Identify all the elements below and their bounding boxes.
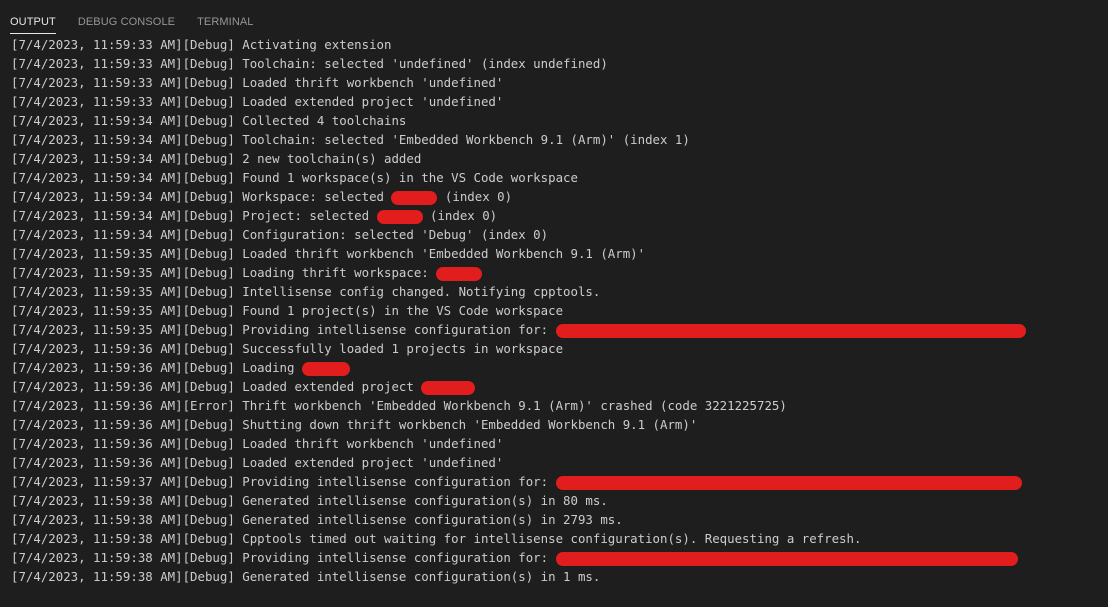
- log-line-text: [7/4/2023, 11:59:34 AM][Debug] Found 1 w…: [11, 170, 578, 185]
- redaction-mark: [301, 361, 350, 376]
- log-line: [7/4/2023, 11:59:38 AM][Debug] Generated…: [11, 567, 1104, 586]
- redaction-mark: [555, 475, 1022, 490]
- log-line-text: [7/4/2023, 11:59:33 AM][Debug] Toolchain…: [11, 56, 608, 71]
- log-line-text: [7/4/2023, 11:59:33 AM][Debug] Loaded ex…: [11, 94, 504, 109]
- panel-tab-bar: OUTPUT DEBUG CONSOLE TERMINAL: [0, 0, 1108, 34]
- redaction-mark: [555, 551, 1018, 566]
- log-line: [7/4/2023, 11:59:34 AM][Debug] Project: …: [11, 206, 1104, 225]
- log-line: [7/4/2023, 11:59:36 AM][Debug] Loaded th…: [11, 434, 1104, 453]
- redaction-mark: [555, 323, 1026, 338]
- log-line: [7/4/2023, 11:59:35 AM][Debug] Loading t…: [11, 263, 1104, 282]
- log-line-text: [7/4/2023, 11:59:38 AM][Debug] Providing…: [11, 550, 549, 565]
- log-line: [7/4/2023, 11:59:38 AM][Debug] Generated…: [11, 491, 1104, 510]
- log-line: [7/4/2023, 11:59:35 AM][Debug] Found 1 p…: [11, 301, 1104, 320]
- log-line-text: [7/4/2023, 11:59:35 AM][Debug] Loaded th…: [11, 246, 646, 261]
- log-line: [7/4/2023, 11:59:35 AM][Debug] Loaded th…: [11, 244, 1104, 263]
- log-line-text: [7/4/2023, 11:59:36 AM][Error] Thrift wo…: [11, 398, 787, 413]
- log-line-text: [7/4/2023, 11:59:36 AM][Debug] Loading: [11, 360, 295, 375]
- log-line-text: [7/4/2023, 11:59:34 AM][Debug] Configura…: [11, 227, 549, 242]
- log-line: [7/4/2023, 11:59:36 AM][Debug] Loaded ex…: [11, 453, 1104, 472]
- redaction-mark: [436, 266, 483, 281]
- log-line-text: [7/4/2023, 11:59:34 AM][Debug] Project: …: [11, 208, 370, 223]
- log-line-text: [7/4/2023, 11:59:38 AM][Debug] Generated…: [11, 569, 601, 584]
- tab-terminal[interactable]: TERMINAL: [197, 16, 253, 34]
- log-line: [7/4/2023, 11:59:34 AM][Debug] Workspace…: [11, 187, 1104, 206]
- log-line-text: [7/4/2023, 11:59:33 AM][Debug] Activatin…: [11, 37, 392, 52]
- log-line: [7/4/2023, 11:59:33 AM][Debug] Loaded ex…: [11, 92, 1104, 111]
- log-line: [7/4/2023, 11:59:36 AM][Debug] Successfu…: [11, 339, 1104, 358]
- log-line-text: [7/4/2023, 11:59:34 AM][Debug] Toolchain…: [11, 132, 690, 147]
- log-line-text: [7/4/2023, 11:59:35 AM][Debug] Loading t…: [11, 265, 429, 280]
- log-line: [7/4/2023, 11:59:34 AM][Debug] 2 new too…: [11, 149, 1104, 168]
- log-line-text: [7/4/2023, 11:59:36 AM][Debug] Loaded th…: [11, 436, 504, 451]
- log-line-text: [7/4/2023, 11:59:36 AM][Debug] Loaded ex…: [11, 455, 504, 470]
- log-line: [7/4/2023, 11:59:33 AM][Debug] Loaded th…: [11, 73, 1104, 92]
- log-line: [7/4/2023, 11:59:36 AM][Debug] Loaded ex…: [11, 377, 1104, 396]
- log-line-text: [7/4/2023, 11:59:36 AM][Debug] Loaded ex…: [11, 379, 414, 394]
- log-line-text: [7/4/2023, 11:59:37 AM][Debug] Providing…: [11, 474, 549, 489]
- log-line-tail: (index 0): [437, 189, 513, 204]
- log-line-text: [7/4/2023, 11:59:38 AM][Debug] Generated…: [11, 512, 623, 527]
- log-line: [7/4/2023, 11:59:37 AM][Debug] Providing…: [11, 472, 1104, 491]
- log-line: [7/4/2023, 11:59:36 AM][Debug] Loading: [11, 358, 1104, 377]
- log-line: [7/4/2023, 11:59:38 AM][Debug] Cpptools …: [11, 529, 1104, 548]
- log-line: [7/4/2023, 11:59:34 AM][Debug] Found 1 w…: [11, 168, 1104, 187]
- log-line: [7/4/2023, 11:59:36 AM][Debug] Shutting …: [11, 415, 1104, 434]
- output-log[interactable]: [7/4/2023, 11:59:33 AM][Debug] Activatin…: [11, 35, 1104, 586]
- log-line-text: [7/4/2023, 11:59:35 AM][Debug] Intellise…: [11, 284, 601, 299]
- log-line-text: [7/4/2023, 11:59:33 AM][Debug] Loaded th…: [11, 75, 504, 90]
- log-line-text: [7/4/2023, 11:59:38 AM][Debug] Cpptools …: [11, 531, 862, 546]
- log-line: [7/4/2023, 11:59:34 AM][Debug] Toolchain…: [11, 130, 1104, 149]
- log-line: [7/4/2023, 11:59:35 AM][Debug] Providing…: [11, 320, 1104, 339]
- redaction-mark: [421, 380, 476, 395]
- log-line: [7/4/2023, 11:59:36 AM][Error] Thrift wo…: [11, 396, 1104, 415]
- redaction-mark: [391, 190, 438, 205]
- log-line: [7/4/2023, 11:59:38 AM][Debug] Providing…: [11, 548, 1104, 567]
- log-line: [7/4/2023, 11:59:33 AM][Debug] Activatin…: [11, 35, 1104, 54]
- log-line: [7/4/2023, 11:59:34 AM][Debug] Configura…: [11, 225, 1104, 244]
- log-line-text: [7/4/2023, 11:59:36 AM][Debug] Shutting …: [11, 417, 698, 432]
- log-line: [7/4/2023, 11:59:33 AM][Debug] Toolchain…: [11, 54, 1104, 73]
- tab-debug-console[interactable]: DEBUG CONSOLE: [78, 16, 175, 34]
- tab-output[interactable]: OUTPUT: [10, 16, 56, 34]
- log-line-text: [7/4/2023, 11:59:35 AM][Debug] Found 1 p…: [11, 303, 564, 318]
- log-line-text: [7/4/2023, 11:59:38 AM][Debug] Generated…: [11, 493, 608, 508]
- log-line-text: [7/4/2023, 11:59:34 AM][Debug] Collected…: [11, 113, 407, 128]
- redaction-mark: [376, 209, 423, 224]
- log-line: [7/4/2023, 11:59:35 AM][Debug] Intellise…: [11, 282, 1104, 301]
- log-line-tail: (index 0): [422, 208, 498, 223]
- log-line-text: [7/4/2023, 11:59:36 AM][Debug] Successfu…: [11, 341, 564, 356]
- output-panel: OUTPUT DEBUG CONSOLE TERMINAL [7/4/2023,…: [0, 0, 1108, 607]
- log-line-text: [7/4/2023, 11:59:34 AM][Debug] Workspace…: [11, 189, 384, 204]
- log-line: [7/4/2023, 11:59:38 AM][Debug] Generated…: [11, 510, 1104, 529]
- log-line-text: [7/4/2023, 11:59:35 AM][Debug] Providing…: [11, 322, 549, 337]
- log-line: [7/4/2023, 11:59:34 AM][Debug] Collected…: [11, 111, 1104, 130]
- log-line-text: [7/4/2023, 11:59:34 AM][Debug] 2 new too…: [11, 151, 422, 166]
